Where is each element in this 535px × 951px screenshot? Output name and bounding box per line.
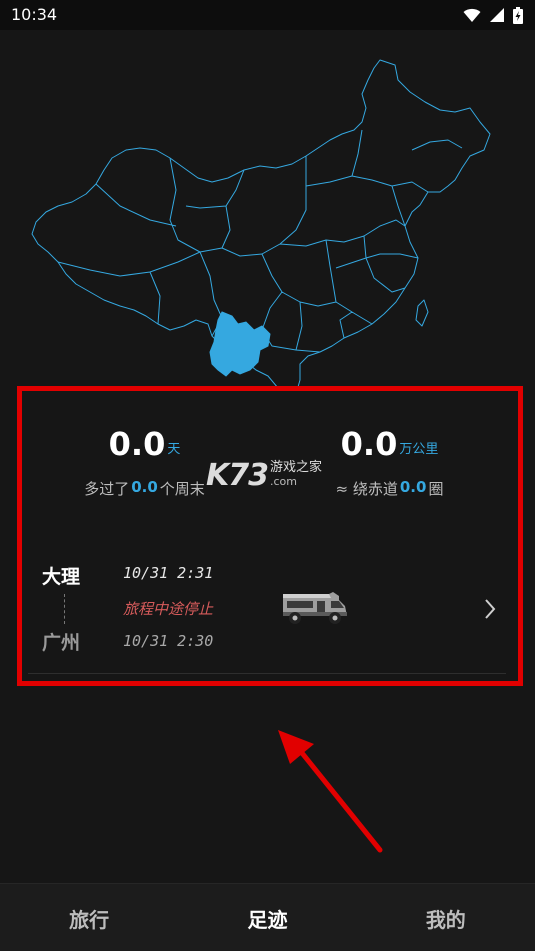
highlighted-province[interactable] (209, 311, 271, 377)
status-icons (463, 6, 523, 24)
annotation-arrow-icon (278, 730, 383, 853)
tab-travel[interactable]: 旅行 (0, 884, 178, 951)
tab-mine[interactable]: 我的 (357, 884, 535, 951)
status-time: 10:34 (11, 5, 58, 24)
island-taiwan (415, 299, 429, 327)
battery-icon (513, 6, 523, 24)
tab-footprint[interactable]: 足迹 (178, 884, 356, 951)
status-bar: 10:34 (0, 0, 535, 30)
province-lines (57, 129, 463, 353)
annotation-highlight-box (17, 386, 523, 686)
wifi-icon (463, 8, 481, 22)
bottom-nav: 旅行 足迹 我的 (0, 883, 535, 951)
signal-icon (490, 8, 504, 22)
app-root: 10:34 0.0 天 多过了 0.0 个周末 0.0 万公里 ≈ 绕赤道 0.… (0, 0, 535, 951)
footprint-map[interactable] (0, 30, 535, 390)
china-map (31, 59, 491, 390)
